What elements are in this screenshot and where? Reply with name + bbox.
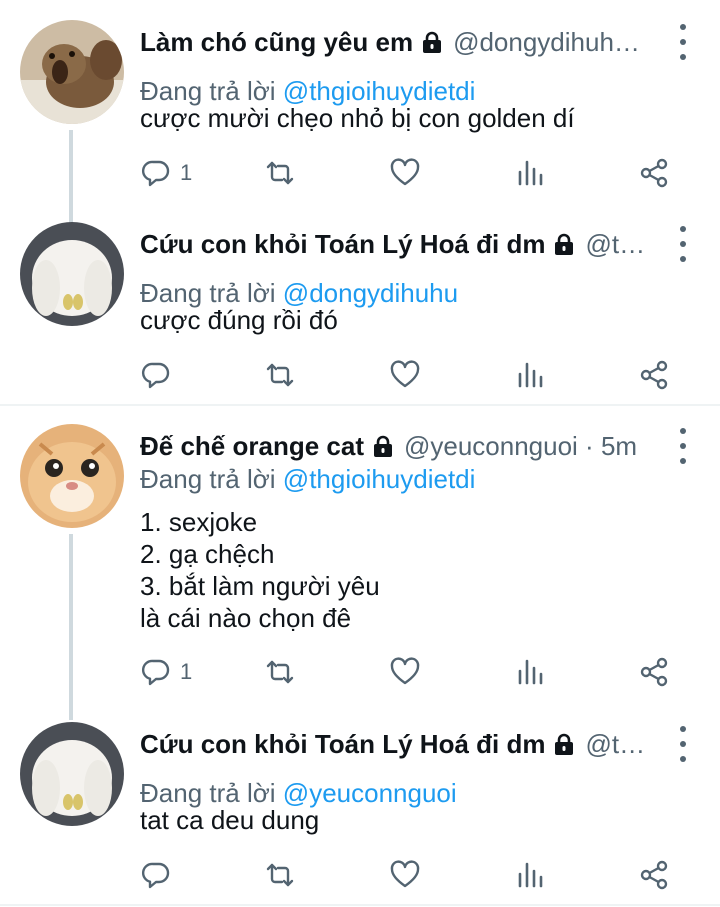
retweet-button[interactable] <box>264 855 296 895</box>
username-and-time[interactable]: @yeuconnguoi · 5m <box>404 431 637 462</box>
lock-icon <box>554 733 575 757</box>
like-button[interactable] <box>389 355 421 395</box>
avatar-bunny-image <box>20 722 124 826</box>
tweet[interactable]: Cứu con khỏi Toán Lý Hoá đi dm @th… Đang… <box>0 722 720 892</box>
retweet-button[interactable] <box>264 153 296 193</box>
username[interactable]: @th… <box>585 229 654 260</box>
reply-count: 1 <box>180 659 193 684</box>
avatar-orange-cat-image <box>20 424 124 528</box>
tweet-text: cược mười chẹo nhỏ bị con golden dí <box>140 103 575 133</box>
views-button[interactable] <box>515 855 547 895</box>
replying-to-label: Đang trả lời <box>140 464 276 494</box>
retweet-icon <box>266 863 294 887</box>
like-button[interactable] <box>389 652 421 692</box>
avatar[interactable] <box>20 20 124 124</box>
tweet-text: cược đúng rồi đó <box>140 305 338 335</box>
views-button[interactable] <box>515 355 547 395</box>
lock-icon <box>372 435 394 459</box>
retweet-icon <box>266 660 294 684</box>
lock-icon <box>554 233 575 257</box>
display-name[interactable]: Đế chế orange cat <box>140 431 364 462</box>
display-name[interactable]: Cứu con khỏi Toán Lý Hoá đi dm <box>140 729 545 760</box>
reply-count: 1 <box>180 160 193 185</box>
lock-icon <box>421 31 443 55</box>
action-bar <box>140 855 680 895</box>
speech-bubble-icon <box>141 659 170 686</box>
thread-line <box>69 130 73 226</box>
more-vertical-icon[interactable] <box>678 226 688 262</box>
thread-line <box>69 534 73 720</box>
share-button[interactable] <box>638 855 670 895</box>
bar-chart-icon <box>518 659 543 685</box>
reply-button[interactable] <box>140 855 180 895</box>
username[interactable]: @dongydihuh… <box>453 27 640 58</box>
bar-chart-icon <box>518 862 543 888</box>
mention-link[interactable]: @thgioihuydietdi <box>283 464 476 494</box>
bottom-divider <box>0 904 720 906</box>
views-button[interactable] <box>515 153 547 193</box>
share-icon <box>640 360 668 390</box>
more-vertical-icon[interactable] <box>678 428 688 464</box>
share-button[interactable] <box>638 652 670 692</box>
tweet-header: Cứu con khỏi Toán Lý Hoá đi dm @th… <box>140 722 654 766</box>
like-button[interactable] <box>389 855 421 895</box>
tweet-header: Làm chó cũng yêu em @dongydihuh… <box>140 20 654 64</box>
bar-chart-icon <box>518 160 543 186</box>
heart-icon <box>390 657 420 685</box>
avatar-bunny-image <box>20 222 124 326</box>
share-button[interactable] <box>638 355 670 395</box>
more-vertical-icon[interactable] <box>678 726 688 762</box>
reply-button[interactable] <box>140 355 180 395</box>
like-button[interactable] <box>389 153 421 193</box>
tweet-header: Cứu con khỏi Toán Lý Hoá đi dm @th… <box>140 222 654 266</box>
more-vertical-icon[interactable] <box>678 24 688 60</box>
heart-icon <box>390 158 420 186</box>
avatar[interactable] <box>20 424 124 528</box>
share-button[interactable] <box>638 153 670 193</box>
speech-bubble-icon <box>141 362 170 389</box>
action-bar: 1 <box>140 652 680 692</box>
retweet-icon <box>266 161 294 185</box>
share-icon <box>640 860 668 890</box>
speech-bubble-icon <box>141 862 170 889</box>
replying-to: Đang trả lời @thgioihuydietdi <box>140 464 475 495</box>
action-bar <box>140 355 680 395</box>
bar-chart-icon <box>518 362 543 388</box>
retweet-button[interactable] <box>264 355 296 395</box>
retweet-icon <box>266 363 294 387</box>
share-icon <box>640 657 668 687</box>
avatar[interactable] <box>20 722 124 826</box>
retweet-button[interactable] <box>264 652 296 692</box>
heart-icon <box>390 860 420 888</box>
tweet[interactable]: Đế chế orange cat @yeuconnguoi · 5m Đang… <box>0 424 720 720</box>
display-name[interactable]: Làm chó cũng yêu em <box>140 27 413 58</box>
speech-bubble-icon <box>141 160 170 187</box>
display-name[interactable]: Cứu con khỏi Toán Lý Hoá đi dm <box>140 229 545 260</box>
tweet[interactable]: Làm chó cũng yêu em @dongydihuh… Đang tr… <box>0 20 720 226</box>
avatar[interactable] <box>20 222 124 326</box>
tweet-text: 1. sexjoke 2. gạ chệch 3. bắt làm người … <box>140 507 380 633</box>
reply-button[interactable]: 1 <box>140 652 192 692</box>
views-button[interactable] <box>515 652 547 692</box>
avatar-squirrel-image <box>20 20 124 124</box>
reply-button[interactable]: 1 <box>140 153 192 193</box>
tweet-text: tat ca deu dung <box>140 805 320 835</box>
tweet[interactable]: Cứu con khỏi Toán Lý Hoá đi dm @th… Đang… <box>0 222 720 392</box>
heart-icon <box>390 360 420 388</box>
share-icon <box>640 158 668 188</box>
username[interactable]: @th… <box>585 729 654 760</box>
thread-divider <box>0 404 720 406</box>
tweet-header: Đế chế orange cat @yeuconnguoi · 5m <box>140 424 654 468</box>
action-bar: 1 <box>140 153 680 193</box>
